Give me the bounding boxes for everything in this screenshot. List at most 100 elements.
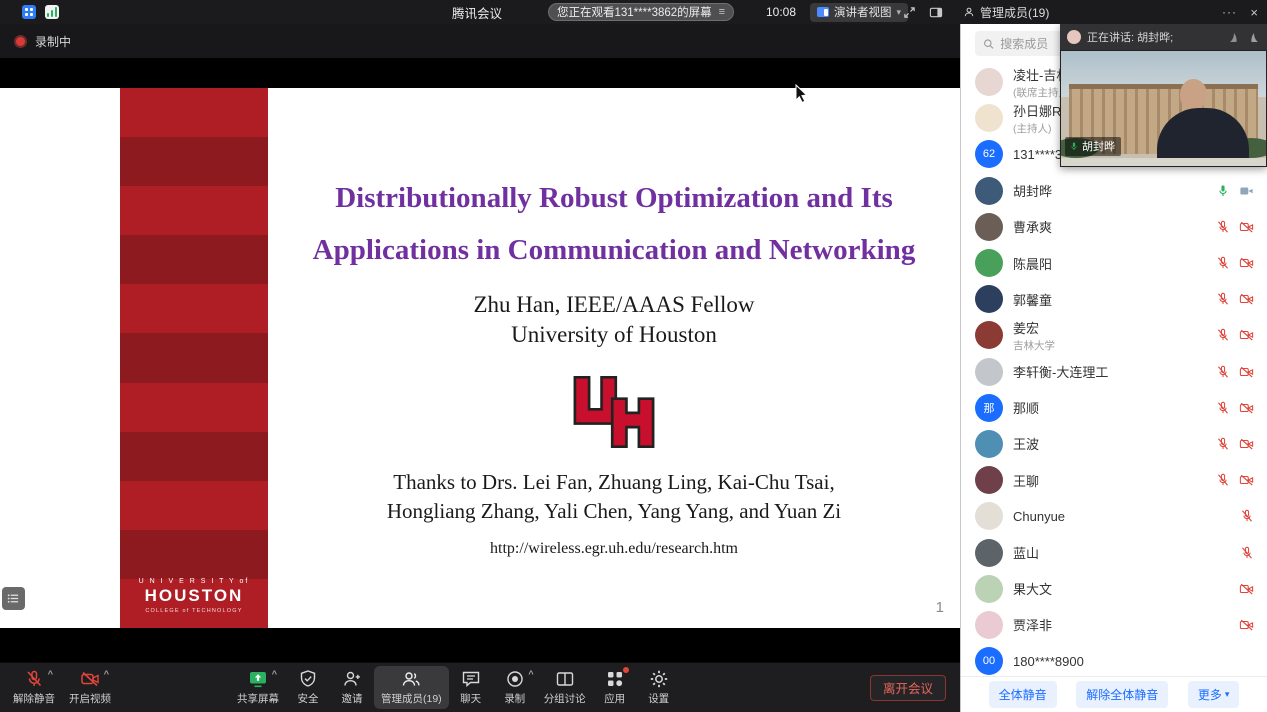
camera-off-icon[interactable] [1239,401,1254,415]
camera-off-icon[interactable] [1239,437,1254,451]
member-row[interactable]: 曹承爽 [961,209,1267,245]
camera-off-icon [80,669,100,689]
slide-author: Zhu Han, IEEE/AAAS Fellow [268,290,960,320]
list-icon [7,592,20,605]
manage-members-button[interactable]: 管理成员(19) [374,666,449,709]
member-row[interactable]: 李轩衡-大连理工 [961,354,1267,390]
camera-off-icon[interactable] [1239,328,1254,342]
member-avatar: 那 [975,394,1003,422]
member-row[interactable]: 00 180****8900 [961,643,1267,676]
member-row[interactable]: 郭馨童 [961,281,1267,317]
chevron-up-icon[interactable]: ^ [528,669,533,679]
camera-off-icon[interactable] [1239,582,1254,596]
member-subtitle: 吉林大学 [1013,338,1055,353]
panel-more-button[interactable]: ··· [1222,0,1237,24]
member-avatar: 62 [975,140,1003,168]
mute-all-button[interactable]: 全体静音 [989,681,1057,708]
mic-muted-icon[interactable] [1216,220,1230,234]
member-row[interactable]: 蓝山 [961,534,1267,570]
unmute-button[interactable]: ^ 解除静音 [6,666,62,709]
mic-muted-icon[interactable] [1216,437,1230,451]
sidebar-layout-toggle[interactable] [929,0,943,24]
member-row[interactable]: 姜宏 吉林大学 [961,317,1267,353]
chevron-up-icon[interactable]: ^ [104,669,109,679]
camera-off-icon[interactable] [1239,365,1254,379]
member-row[interactable]: 那 那顺 [961,390,1267,426]
panel-close-button[interactable]: × [1250,0,1258,24]
stripe [120,235,268,284]
fullscreen-toggle[interactable] [903,0,916,24]
mic-muted-icon[interactable] [1240,546,1254,560]
mic-muted-icon[interactable] [1216,473,1230,487]
mic-on-icon[interactable] [1216,184,1230,198]
member-status-icons [1216,220,1254,234]
mic-muted-icon[interactable] [1216,256,1230,270]
member-name: 李轩衡-大连理工 [1013,362,1108,381]
chat-button[interactable]: 聊天 [449,666,493,709]
member-row[interactable]: 王聊 [961,462,1267,498]
camera-off-icon[interactable] [1239,256,1254,270]
recording-label: 录制中 [35,33,71,50]
breakout-rooms-button[interactable]: 分组讨论 [537,666,593,709]
mic-muted-icon[interactable] [1240,509,1254,523]
member-avatar [975,285,1003,313]
effect-icon-1 [1228,31,1242,43]
camera-on-icon[interactable] [1239,184,1254,198]
more-button[interactable]: 更多▾ [1188,681,1240,708]
mic-muted-icon[interactable] [1216,328,1230,342]
member-row[interactable]: 胡封晔 [961,173,1267,209]
camera-off-icon[interactable] [1239,220,1254,234]
chevron-up-icon[interactable]: ^ [48,669,53,679]
speaking-banner: 正在讲话: 胡封晔; [1060,24,1267,50]
member-row[interactable]: 陈晨阳 [961,245,1267,281]
security-button[interactable]: 安全 [286,666,330,709]
member-status-icons [1216,401,1254,415]
member-status-icons [1216,365,1254,379]
member-info: 王波 [1013,434,1039,453]
view-mode-selector[interactable]: 演讲者视图 ▾ [810,3,908,22]
share-screen-icon [248,669,268,689]
apps-grid-icon [605,669,625,689]
stripe [120,432,268,481]
camera-off-icon[interactable] [1239,473,1254,487]
clock: 10:08 [766,0,796,24]
camera-off-icon[interactable] [1239,618,1254,632]
member-info: 贾泽非 [1013,615,1052,634]
member-row[interactable]: 贾泽非 [961,607,1267,643]
panel-footer: 全体静音 解除全体静音 更多▾ [961,676,1267,712]
unmute-all-button[interactable]: 解除全体静音 [1076,681,1168,708]
speaker-video[interactable]: 胡封晔 [1060,50,1267,167]
member-status-icons [1239,618,1254,632]
blue-grid-app-icon[interactable] [22,5,36,19]
slide-content: Distributionally Robust Optimization and… [268,88,960,628]
member-info: 蓝山 [1013,543,1039,562]
mic-muted-icon[interactable] [1216,292,1230,306]
annotation-panel-toggle[interactable] [2,587,25,610]
member-name: 陈晨阳 [1013,254,1052,273]
member-row[interactable]: 王波 [961,426,1267,462]
member-avatar [975,358,1003,386]
record-button[interactable]: ^ 录制 [493,666,537,709]
member-avatar: 00 [975,647,1003,675]
member-row[interactable]: Chunyue [961,498,1267,534]
apps-button[interactable]: 应用 [593,666,637,709]
settings-button[interactable]: 设置 [637,666,681,709]
leave-meeting-button[interactable]: 离开会议 [870,675,946,701]
presentation-slide: U N I V E R S I T Y of HOUSTON COLLEGE o… [0,88,960,628]
speaking-banner-text: 正在讲话: 胡封晔; [1087,29,1173,45]
chart-app-icon[interactable] [45,5,59,19]
watching-screen-banner: 您正在观看131****3862的屏幕 ≡ [548,3,734,21]
mic-muted-icon[interactable] [1216,365,1230,379]
view-mode-label: 演讲者视图 [834,4,892,20]
banner-menu-icon[interactable]: ≡ [719,6,725,18]
speaker-video-window[interactable]: 正在讲话: 胡封晔; 胡封晔 [1060,24,1267,167]
chevron-up-icon[interactable]: ^ [272,669,277,679]
search-icon [983,38,994,50]
share-screen-button[interactable]: ^ 共享屏幕 [230,666,286,709]
invite-button[interactable]: 邀请 [330,666,374,709]
camera-off-icon[interactable] [1239,292,1254,306]
start-video-button[interactable]: ^ 开启视频 [62,666,118,709]
stripe [120,284,268,333]
member-row[interactable]: 果大文 [961,571,1267,607]
mic-muted-icon[interactable] [1216,401,1230,415]
